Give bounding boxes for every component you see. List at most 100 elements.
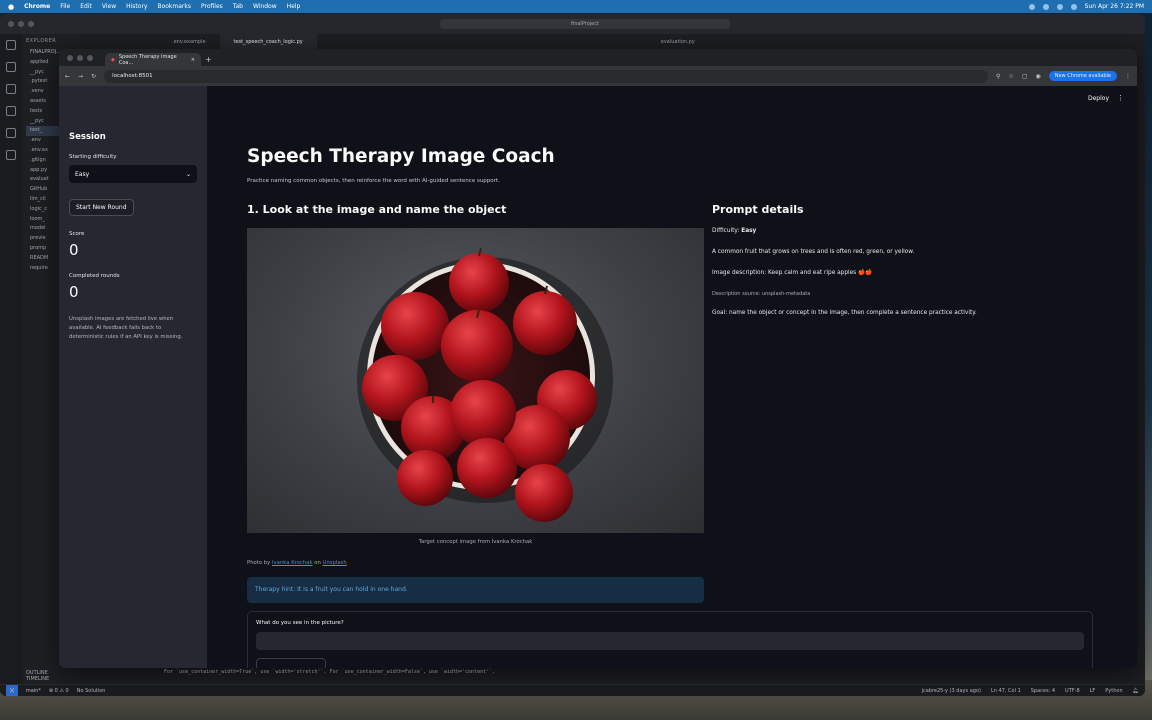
menu-view[interactable]: View (102, 3, 116, 10)
status-bar: ⟩⟨ main* ⊗ 0 ⚠ 0 No Solution jcabre25-y … (0, 684, 1145, 696)
difficulty-select[interactable]: Easy ⌄ (69, 165, 197, 183)
status-encoding[interactable]: UTF-8 (1065, 688, 1080, 694)
chrome-toolbar: ← → ↻ localhost:8501 ⚲ ☆ ▢ ◉ New Chrome … (59, 66, 1137, 86)
zoom-window-icon[interactable] (28, 21, 34, 27)
menu-history[interactable]: History (126, 3, 147, 10)
menu-window[interactable]: Window (253, 3, 277, 10)
status-branch[interactable]: main* (26, 688, 41, 694)
menu-help[interactable]: Help (287, 3, 301, 10)
tab-title: Speech Therapy Image Coa... (118, 53, 177, 66)
streamlit-app: Session Starting difficulty Easy ⌄ Start… (59, 86, 1137, 668)
menu-edit[interactable]: Edit (80, 3, 92, 10)
menu-profiles[interactable]: Profiles (201, 3, 223, 10)
status-icon[interactable] (1028, 3, 1035, 10)
apple-bowl-illustration (357, 247, 613, 522)
menu-bar: ● Chrome File Edit View History Bookmark… (0, 0, 1152, 13)
activity-bar (0, 34, 22, 684)
chrome-update-button[interactable]: New Chrome available (1048, 71, 1117, 81)
status-spaces[interactable]: Spaces: 4 (1031, 688, 1055, 694)
start-new-round-button[interactable]: Start New Round (69, 199, 134, 216)
status-blame[interactable]: jcabre25-y (3 days ago) (922, 688, 981, 694)
zoom-window-icon[interactable] (87, 55, 93, 61)
terminal-output: For `use_container_width=True`, use `wid… (164, 669, 496, 675)
answer-input[interactable] (256, 632, 1084, 650)
score-label: Score (69, 231, 85, 237)
menu-clock[interactable]: Sun Apr 26 7:22 PM (1085, 3, 1144, 10)
status-right: jcabre25-y (3 days ago) Ln 47, Col 1 Spa… (922, 688, 1139, 694)
streamlit-favicon-icon: ◆ (111, 56, 115, 63)
editor-tab-test-logic[interactable]: test_speech_coach_logic.py (219, 34, 317, 50)
run-debug-icon[interactable] (6, 106, 16, 116)
score-value: 0 (69, 241, 79, 259)
editor-tab-env[interactable]: .env.example (158, 34, 220, 50)
explorer-header: EXPLORER (26, 38, 57, 44)
github-icon[interactable] (6, 150, 16, 160)
unsplash-link[interactable]: Unsplash (323, 560, 347, 566)
difficulty-prefix: Difficulty: (712, 228, 740, 234)
prompt-clue: A common fruit that grows on trees and i… (712, 249, 915, 255)
menu-tab[interactable]: Tab (233, 3, 243, 10)
zoom-icon[interactable]: ⚲ (996, 73, 1000, 80)
page-subtitle: Practice naming common objects, then rei… (247, 178, 500, 184)
prompt-difficulty: Difficulty: Easy (712, 228, 756, 234)
image-caption: Target concept image from Ivanka Krochak (418, 539, 533, 545)
status-language[interactable]: Python (1105, 688, 1122, 694)
chrome-menu-icon[interactable]: ⋮ (1125, 73, 1131, 80)
status-eol[interactable]: LF (1090, 688, 1096, 694)
status-icon[interactable] (1056, 3, 1063, 10)
session-sidebar: Session Starting difficulty Easy ⌄ Start… (59, 86, 207, 668)
completed-rounds-label: Completed rounds (69, 273, 120, 279)
sidebar-note: Unsplash images are fetched live when av… (69, 316, 183, 340)
wifi-icon[interactable] (1070, 3, 1077, 10)
credit-middle: on (314, 560, 321, 566)
author-link[interactable]: Ivanka Krochak (272, 560, 313, 566)
vscode-command-center[interactable]: finalProject (440, 19, 730, 29)
editor-tabs: .env.example test_speech_coach_logic.py … (80, 34, 1145, 50)
close-tab-icon[interactable]: × (191, 57, 195, 63)
new-tab-icon[interactable]: + (205, 55, 212, 64)
menu-app-name[interactable]: Chrome (24, 3, 50, 10)
explorer-icon[interactable] (6, 40, 16, 50)
status-icon[interactable] (1042, 3, 1049, 10)
extensions-icon[interactable] (6, 128, 16, 138)
profile-icon[interactable]: ◉ (1035, 73, 1040, 80)
deploy-button[interactable]: Deploy (1088, 95, 1109, 102)
timeline-section[interactable]: TIMELINE (26, 676, 49, 682)
submit-button[interactable] (256, 658, 326, 668)
prompt-description-source: Description source: unsplash-metadata (712, 291, 811, 297)
search-icon[interactable] (6, 62, 16, 72)
source-control-icon[interactable] (6, 84, 16, 94)
status-problems[interactable]: ⊗ 0 ⚠ 0 (49, 688, 69, 694)
difficulty-value: Easy (741, 228, 757, 234)
menu-file[interactable]: File (60, 3, 70, 10)
chrome-tab-active[interactable]: ◆ Speech Therapy Image Coa... × (105, 53, 201, 66)
reload-icon[interactable]: ↻ (91, 73, 96, 80)
explorer-footer: OUTLINE TIMELINE (26, 670, 49, 682)
therapy-hint: Therapy hint: It is a fruit you can hold… (247, 577, 704, 603)
remote-icon[interactable]: ⟩⟨ (6, 684, 18, 696)
window-controls (8, 21, 34, 27)
app-menu-icon[interactable]: ⋮ (1117, 94, 1124, 102)
minimize-window-icon[interactable] (77, 55, 83, 61)
difficulty-selected-value: Easy (75, 170, 90, 178)
minimize-window-icon[interactable] (18, 21, 24, 27)
bookmark-star-icon[interactable]: ☆ (1008, 73, 1013, 80)
address-bar[interactable]: localhost:8501 (104, 69, 989, 83)
menu-bookmarks[interactable]: Bookmarks (157, 3, 191, 10)
status-solution[interactable]: No Solution (77, 688, 106, 694)
sidebar-title: Session (69, 132, 106, 142)
prompt-details-heading: Prompt details (712, 203, 804, 216)
close-window-icon[interactable] (8, 21, 14, 27)
apple-icon[interactable]: ● (8, 3, 14, 11)
chrome-window: ◆ Speech Therapy Image Coa... × + ← → ↻ … (59, 49, 1137, 668)
extensions-icon[interactable]: ▢ (1022, 73, 1028, 80)
step-heading: 1. Look at the image and name the object (247, 203, 507, 216)
close-window-icon[interactable] (67, 55, 73, 61)
bell-icon[interactable]: 🔔︎ (1133, 688, 1139, 694)
back-icon[interactable]: ← (65, 73, 70, 80)
forward-icon[interactable]: → (78, 73, 83, 80)
status-position[interactable]: Ln 47, Col 1 (991, 688, 1021, 694)
target-image (247, 228, 704, 533)
editor-tab-evaluation[interactable]: evaluation.py (647, 34, 709, 50)
answer-label: What do you see in the picture? (256, 620, 344, 626)
